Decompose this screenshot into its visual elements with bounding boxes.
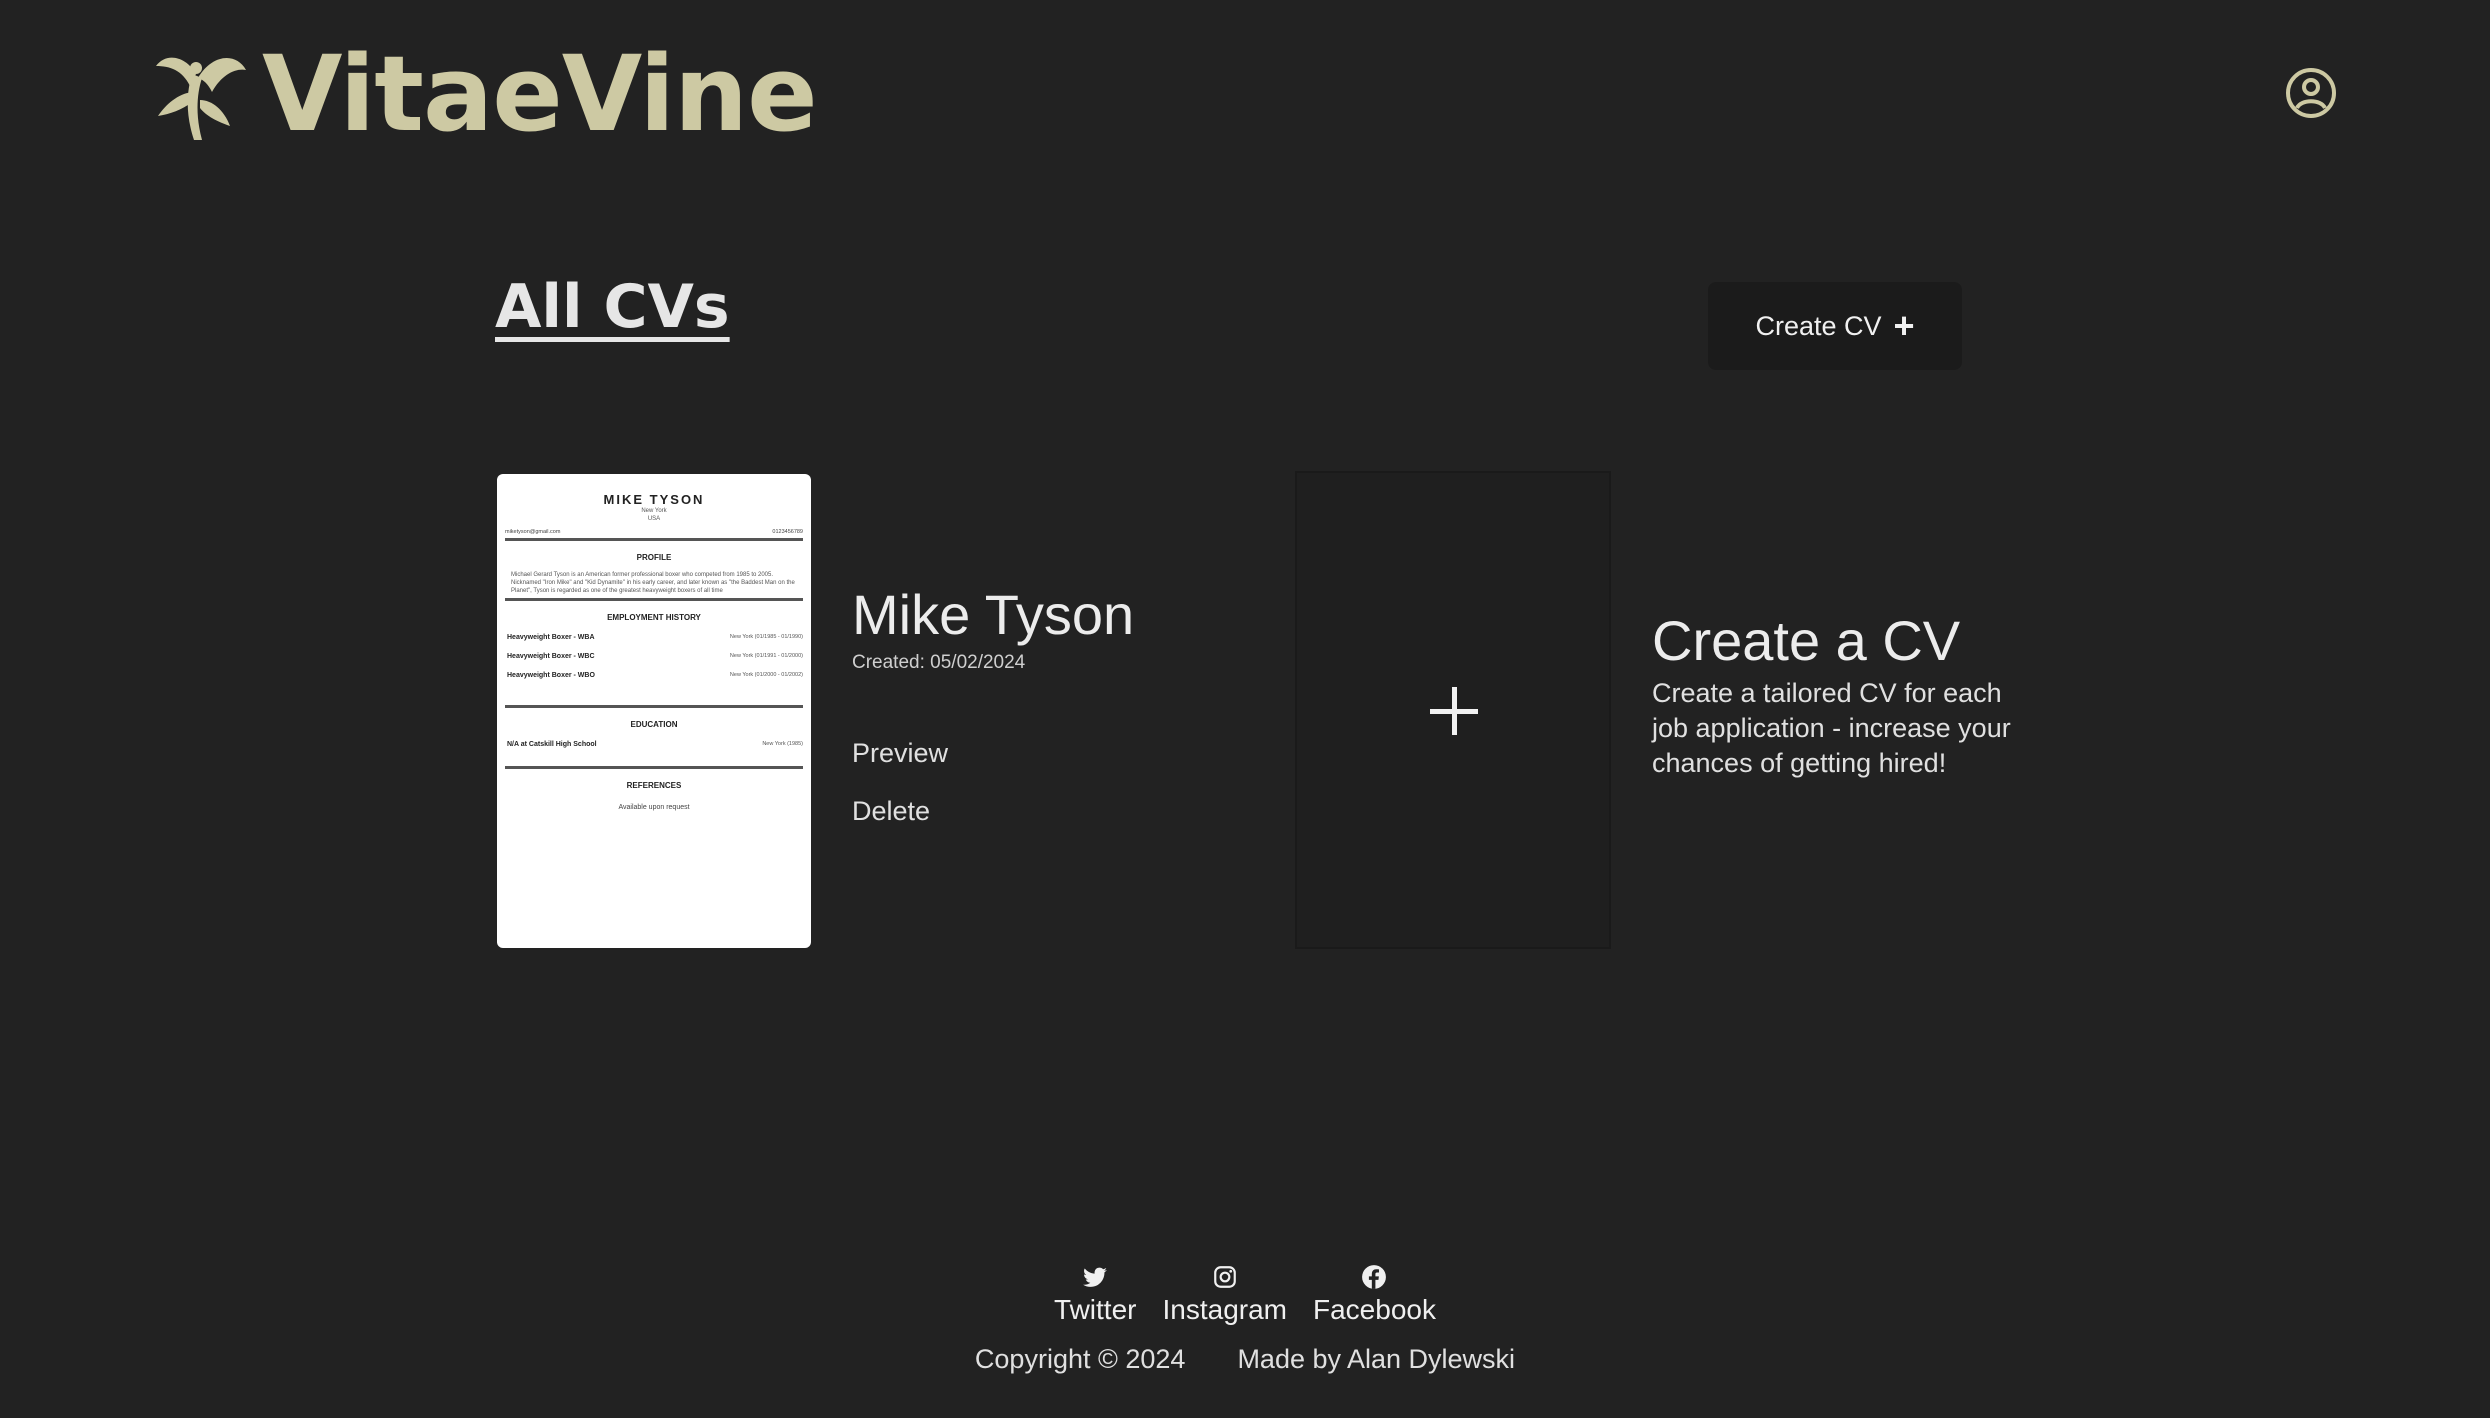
cv-job-title: Heavyweight Boxer - WBO [507, 672, 595, 679]
cv-section-employment: EMPLOYMENT HISTORY [607, 613, 701, 622]
cv-references-text: Available upon request [618, 804, 690, 811]
instagram-label: Instagram [1162, 1294, 1288, 1325]
create-cv-card[interactable] [1295, 471, 1611, 949]
cv-job-title: Heavyweight Boxer - WBA [507, 634, 595, 641]
user-circle-icon[interactable] [2284, 66, 2338, 120]
cv-preview-thumbnail[interactable]: MIKE TYSON New York USA miketyson@gmail.… [497, 474, 811, 948]
plus-icon [1430, 687, 1478, 735]
twitter-label: Twitter [1054, 1294, 1137, 1325]
cv-preview-phone: 0123456789 [772, 529, 803, 535]
leaf-logo-icon [156, 57, 246, 140]
copyright-text: Copyright © 2024 [974, 1344, 1186, 1374]
divider [505, 598, 803, 601]
cv-title: Mike Tyson [852, 583, 1135, 646]
footer-social-links: Twitter Instagram Facebook [0, 1264, 2490, 1326]
cv-job-item: Heavyweight Boxer - WBA New York (01/198… [497, 634, 811, 641]
cv-section-education: EDUCATION [630, 720, 678, 729]
cv-preview-email: miketyson@gmail.com [505, 529, 561, 535]
site-header: VitaeVine [0, 0, 2490, 190]
preview-link[interactable]: Preview [852, 738, 948, 769]
cv-preview-contact: miketyson@gmail.com 0123456789 [497, 529, 811, 535]
cv-job-detail: New York (01/2000 - 01/2002) [729, 672, 803, 678]
delete-link[interactable]: Delete [852, 796, 930, 827]
facebook-link[interactable]: Facebook [1313, 1264, 1436, 1326]
brand-logo[interactable]: VitaeVine [152, 33, 818, 155]
facebook-icon [1362, 1265, 1387, 1289]
author-credit: Made by Alan Dylewski [1237, 1344, 1516, 1374]
cv-job-detail: New York (01/1991 - 01/2000) [729, 653, 803, 659]
cv-profile-text: Michael Gerard Tyson is an American form… [511, 572, 795, 594]
cv-preview-city: New York [641, 508, 667, 514]
create-cv-button[interactable]: Create CV + [1708, 282, 1962, 370]
cv-section-profile: PROFILE [636, 553, 672, 562]
twitter-link[interactable]: Twitter [1054, 1264, 1137, 1326]
create-cv-label: Create CV [1755, 310, 1882, 341]
instagram-link[interactable]: Instagram [1162, 1264, 1288, 1326]
cv-job-item: Heavyweight Boxer - WBC New York (01/199… [497, 653, 811, 660]
facebook-label: Facebook [1313, 1294, 1436, 1325]
cv-education-title: N/A at Catskill High School [507, 741, 597, 748]
divider [505, 538, 803, 541]
divider [505, 705, 803, 708]
instagram-icon [1213, 1266, 1236, 1288]
cv-job-title: Heavyweight Boxer - WBC [507, 653, 595, 660]
cv-education-item: N/A at Catskill High School New York (19… [497, 741, 811, 748]
cv-preview-country: USA [647, 516, 661, 522]
divider [505, 766, 803, 769]
cv-preview-name: MIKE TYSON [603, 492, 705, 507]
page-title: All CVs [495, 272, 730, 342]
cv-job-item: Heavyweight Boxer - WBO New York (01/200… [497, 672, 811, 679]
cv-education-detail: New York (1985) [762, 741, 803, 747]
create-cv-description: Create a tailored CV for each job applic… [1652, 678, 2011, 778]
cv-section-references: REFERENCES [626, 781, 682, 790]
twitter-icon [1083, 1267, 1108, 1287]
cv-created-date: Created: 05/02/2024 [852, 652, 1026, 673]
brand-name: VitaeVine [262, 33, 818, 155]
footer-credits: Copyright © 2024 Made by Alan Dylewski [0, 1344, 2490, 1375]
create-cv-title: Create a CV [1652, 609, 1961, 672]
cv-job-detail: New York (01/1985 - 01/1990) [729, 634, 803, 640]
plus-icon: + [1893, 305, 1915, 346]
